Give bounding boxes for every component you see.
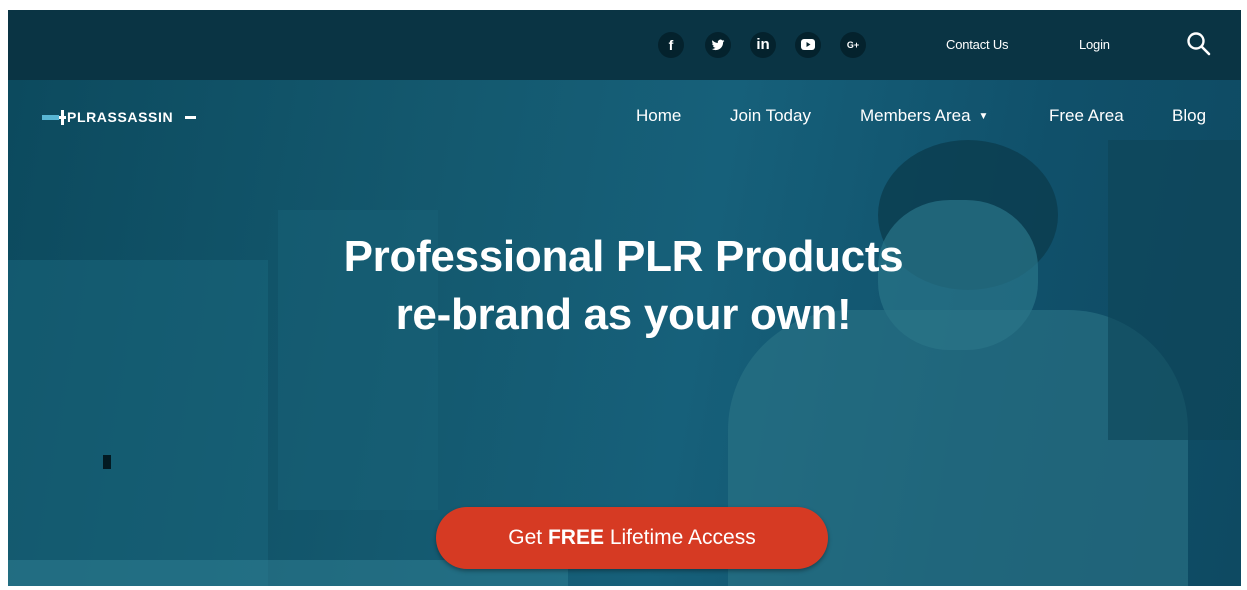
hero-headline: Professional PLR Products re-brand as yo… [8,228,1241,344]
hero-headline-line2: re-brand as your own! [395,290,852,339]
nav-members-area[interactable]: Members Area ▼ [860,106,988,126]
facebook-icon[interactable]: f [658,32,684,58]
cta-prefix: Get [508,526,548,549]
hero-section: PLRASSASSIN Home Join Today Members Area… [8,80,1241,586]
contact-us-link[interactable]: Contact Us [946,37,1009,52]
logo-text: PLRASSASSIN [67,109,174,125]
nav-home[interactable]: Home [636,106,681,126]
cta-suffix: Lifetime Access [603,526,756,549]
cta-bold: FREE [547,526,604,549]
hero-headline-line1: Professional PLR Products [343,232,904,281]
top-bar: f in G+ Contact Us Login [8,10,1241,80]
search-icon[interactable] [1186,31,1212,57]
nav-members-area-label: Members Area [860,106,971,125]
nav-blog[interactable]: Blog [1172,106,1206,126]
dropdown-caret-icon: ▼ [978,111,989,122]
nav-join-today[interactable]: Join Today [730,106,811,126]
google-plus-icon[interactable]: G+ [840,32,866,58]
linkedin-icon[interactable]: in [750,32,776,58]
page-frame: f in G+ Contact Us Login PLRASSASSIN Hom… [8,10,1241,586]
youtube-icon[interactable] [795,32,821,58]
twitter-icon[interactable] [705,32,731,58]
nav-free-area[interactable]: Free Area [1049,106,1124,126]
background-detail [103,455,111,469]
login-link[interactable]: Login [1079,37,1110,52]
get-free-access-button[interactable]: Get FREE Lifetime Access [436,507,828,569]
